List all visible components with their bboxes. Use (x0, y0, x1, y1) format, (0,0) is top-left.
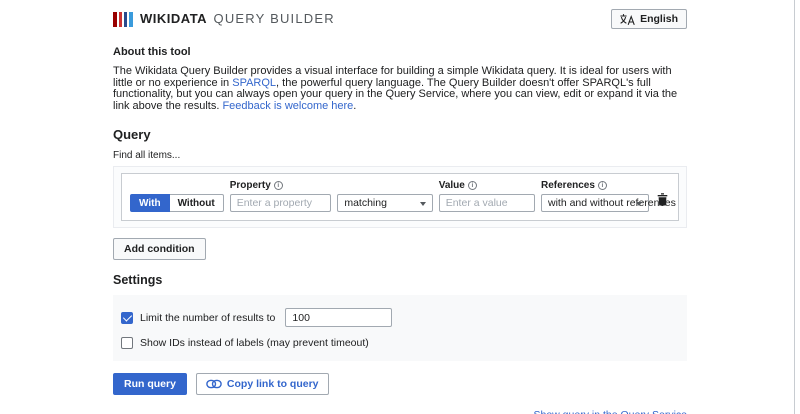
show-query-service-link[interactable]: Show query in the Query Service (534, 409, 688, 414)
references-label: References (541, 180, 649, 191)
limit-results-checkbox[interactable] (121, 311, 133, 324)
settings-panel: Limit the number of results to Show IDs … (113, 295, 687, 362)
about-paragraph: The Wikidata Query Builder provides a vi… (113, 65, 687, 112)
about-section: About this tool The Wikidata Query Build… (113, 46, 687, 112)
language-selector-button[interactable]: English (611, 9, 687, 29)
chevron-down-icon (636, 202, 642, 207)
run-query-button[interactable]: Run query (113, 373, 187, 396)
scrollbar-track[interactable] (794, 0, 795, 414)
references-selected-value: with and without references (548, 197, 676, 210)
show-ids-row: Show IDs instead of labels (may prevent … (121, 337, 679, 350)
chevron-down-icon (419, 202, 426, 207)
copy-link-label: Copy link to query (226, 378, 319, 391)
references-dropdown[interactable]: with and without references (541, 194, 676, 213)
without-toggle-button[interactable]: Without (169, 194, 224, 213)
logo-product-text: QUERY BUILDER (213, 11, 335, 26)
query-heading: Query (113, 127, 151, 143)
sparql-link[interactable]: SPARQL (232, 77, 276, 89)
references-field: References with and without references (541, 180, 676, 213)
limit-results-input[interactable] (285, 308, 393, 328)
show-ids-checkbox[interactable] (121, 337, 133, 350)
header: WIKIDATA QUERY BUILDER English (113, 9, 687, 29)
references-label-text: References (541, 180, 595, 192)
value-label: Value (439, 180, 535, 191)
show-ids-label: Show IDs instead of labels (may prevent … (140, 337, 369, 350)
language-icon (620, 13, 635, 25)
with-without-toggle: With Without (130, 194, 224, 213)
property-input[interactable] (229, 194, 332, 213)
language-label: English (640, 13, 678, 25)
page: WIKIDATA QUERY BUILDER English About thi… (113, 0, 687, 414)
wikidata-logo-bars-icon (113, 11, 133, 27)
app-window: WIKIDATA QUERY BUILDER English About thi… (0, 0, 800, 414)
value-field: Value (438, 180, 535, 213)
matching-field: matching (337, 194, 433, 213)
value-label-text: Value (438, 180, 465, 192)
matching-dropdown[interactable]: matching (337, 194, 433, 213)
condition-row: With Without Property matching (121, 173, 679, 222)
limit-results-row: Limit the number of results to (121, 308, 679, 328)
link-icon (206, 380, 222, 389)
info-icon[interactable] (273, 181, 283, 191)
limit-results-label: Limit the number of results to (140, 311, 276, 324)
condition-group: With Without Property matching (113, 166, 687, 229)
about-heading: About this tool (113, 46, 191, 58)
info-icon[interactable] (467, 181, 477, 191)
copy-link-button[interactable]: Copy link to query (195, 373, 329, 396)
about-text-3: . (353, 99, 357, 112)
wikidata-query-builder-logo: WIKIDATA QUERY BUILDER (113, 10, 335, 28)
find-all-items-label: Find all items... (113, 150, 181, 162)
settings-heading: Settings (113, 273, 163, 288)
actions-bar: Run query Copy link to query (113, 373, 687, 396)
value-input[interactable] (438, 194, 535, 213)
property-field: Property (229, 180, 332, 213)
property-label: Property (230, 180, 332, 191)
info-icon[interactable] (597, 181, 607, 191)
feedback-link[interactable]: Feedback is welcome here (222, 100, 353, 112)
property-label-text: Property (229, 180, 271, 192)
add-condition-button[interactable]: Add condition (113, 238, 206, 261)
logo-wikidata-text: WIKIDATA (140, 11, 208, 26)
matching-selected-value: matching (344, 197, 387, 210)
show-query-row: Show query in the Query Service (113, 409, 688, 414)
logo-text: WIKIDATA QUERY BUILDER (140, 10, 335, 28)
with-toggle-button[interactable]: With (130, 194, 170, 213)
